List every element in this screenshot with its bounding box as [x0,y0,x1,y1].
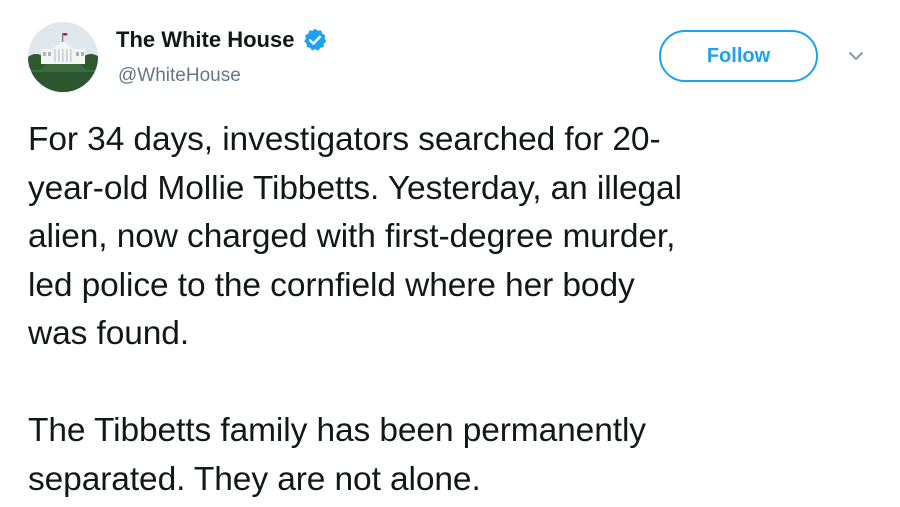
follow-button[interactable]: Follow [659,30,818,82]
account-handle[interactable]: @WhiteHouse [118,64,241,88]
chevron-down-icon[interactable] [846,46,866,66]
verified-badge-icon [302,27,328,53]
avatar[interactable] [28,22,98,92]
tweet-paragraph: For 34 days, investigators searched for … [28,121,682,352]
tweet-card: The White House @WhiteHouse Follow For 3… [0,0,900,507]
account-name-row: The White House [116,26,328,54]
display-name[interactable]: The White House [116,26,294,54]
tweet-text: For 34 days, investigators searched for … [28,116,888,504]
tweet-paragraph: The Tibbetts family has been permanently… [28,412,646,498]
white-house-building-icon [28,22,98,92]
